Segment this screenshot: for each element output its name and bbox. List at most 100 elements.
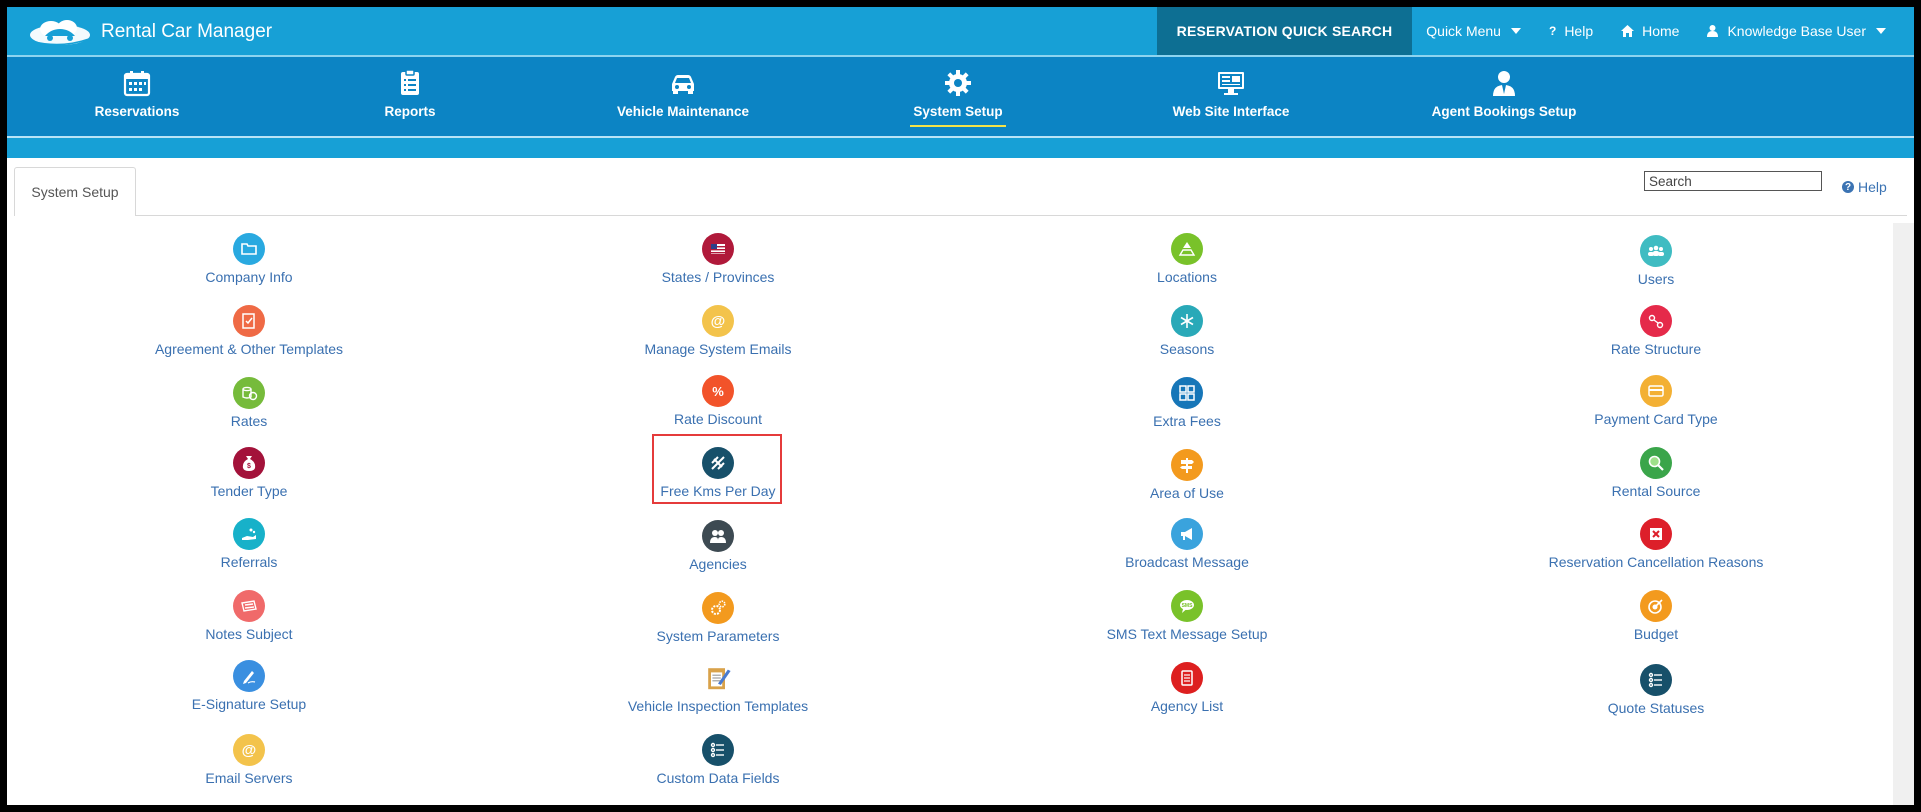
- agent-icon: [1493, 71, 1515, 96]
- cloud-car-logo-icon: [30, 20, 90, 46]
- setup-item-label: System Parameters: [656, 628, 780, 644]
- setup-item-label: Custom Data Fields: [656, 770, 780, 786]
- setup-item-sms-text-message-setup[interactable]: SMS SMS Text Message Setup: [1057, 590, 1317, 642]
- brand[interactable]: Rental Car Manager: [27, 17, 272, 47]
- nav-label: Vehicle Maintenance: [616, 104, 750, 119]
- sms-icon: SMS: [1171, 590, 1203, 622]
- setup-item-agreement-templates[interactable]: Agreement & Other Templates: [119, 305, 379, 357]
- setup-item-agencies[interactable]: Agencies: [588, 520, 848, 572]
- at-icon: @: [233, 734, 265, 766]
- gears-icon: [702, 592, 734, 624]
- setup-item-seasons[interactable]: Seasons: [1057, 305, 1317, 357]
- setup-item-label: Area of Use: [1150, 485, 1224, 501]
- structure-icon: [1640, 305, 1672, 337]
- setup-item-rental-source[interactable]: Rental Source: [1526, 447, 1786, 499]
- reservation-quick-search-button[interactable]: RESERVATION QUICK SEARCH: [1156, 7, 1413, 55]
- setup-item-system-parameters[interactable]: System Parameters: [588, 592, 848, 644]
- setup-item-referrals[interactable]: Referrals: [119, 518, 379, 570]
- help-label: Help: [1858, 179, 1887, 195]
- nav-agent-bookings-setup[interactable]: Agent Bookings Setup: [1404, 57, 1604, 136]
- caret-down-icon: [1876, 28, 1886, 34]
- setup-item-area-of-use[interactable]: Area of Use: [1057, 449, 1317, 501]
- setup-item-locations[interactable]: Locations: [1057, 233, 1317, 285]
- top-right-menu: RESERVATION QUICK SEARCH Quick Menu ? He…: [1156, 7, 1914, 55]
- user-name: Knowledge Base User: [1727, 23, 1866, 39]
- setup-item-tender-type[interactable]: $ Tender Type: [119, 447, 379, 499]
- target-icon: [1640, 590, 1672, 622]
- snowflake-icon: [1171, 305, 1203, 337]
- car-icon: [672, 75, 694, 94]
- setup-item-label: Email Servers: [205, 770, 293, 786]
- nav-system-setup[interactable]: System Setup: [858, 57, 1058, 136]
- setup-item-broadcast-message[interactable]: Broadcast Message: [1057, 518, 1317, 570]
- setup-item-label: Users: [1637, 271, 1675, 287]
- setup-item-rates[interactable]: Rates: [119, 377, 379, 429]
- tab-divider: [14, 215, 1907, 216]
- setup-item-label: Notes Subject: [205, 626, 293, 642]
- users-icon: [1640, 235, 1672, 267]
- setup-item-label: Extra Fees: [1153, 413, 1221, 429]
- setup-item-users[interactable]: Users: [1526, 235, 1786, 287]
- user-menu[interactable]: Knowledge Base User: [1693, 7, 1914, 55]
- svg-text:@: @: [711, 313, 726, 330]
- coins-icon: [233, 377, 265, 409]
- setup-item-agency-list[interactable]: Agency List: [1057, 662, 1317, 714]
- at-icon: @: [702, 305, 734, 337]
- home-label: Home: [1642, 23, 1680, 39]
- home-link[interactable]: Home: [1607, 7, 1693, 55]
- setup-item-e-signature-setup[interactable]: E-Signature Setup: [119, 660, 379, 712]
- setup-item-payment-card-type[interactable]: Payment Card Type: [1526, 375, 1786, 427]
- setup-item-label: Manage System Emails: [644, 341, 792, 357]
- quick-menu-link[interactable]: Quick Menu: [1412, 7, 1535, 55]
- setup-item-label: Rate Discount: [674, 411, 762, 427]
- active-underline: [910, 125, 1006, 127]
- calendar-icon: [123, 71, 151, 97]
- help-link[interactable]: ? Help: [1842, 179, 1887, 195]
- setup-item-company-info[interactable]: Company Info: [119, 233, 379, 285]
- setup-item-states-provinces[interactable]: States / Provinces: [588, 233, 848, 285]
- setup-item-extra-fees[interactable]: Extra Fees: [1057, 377, 1317, 429]
- svg-text:$: $: [247, 463, 251, 470]
- nav-label: Reports: [384, 104, 436, 119]
- nav-reports[interactable]: Reports: [310, 57, 510, 136]
- setup-item-label: Budget: [1633, 626, 1679, 642]
- search-input[interactable]: [1644, 171, 1822, 191]
- setup-item-label: Rental Source: [1611, 483, 1701, 499]
- help-top-link[interactable]: ? Help: [1535, 7, 1607, 55]
- scrollbar[interactable]: [1893, 223, 1914, 805]
- nav-label: System Setup: [913, 104, 1003, 119]
- document-icon: [1171, 662, 1203, 694]
- setup-item-reservation-cancellation-reasons[interactable]: Reservation Cancellation Reasons: [1526, 518, 1786, 570]
- setup-item-email-servers[interactable]: @ Email Servers: [119, 734, 379, 786]
- setup-item-notes-subject[interactable]: Notes Subject: [119, 590, 379, 642]
- nav-reservations[interactable]: Reservations: [37, 57, 237, 136]
- nav-web-site-interface[interactable]: Web Site Interface: [1131, 57, 1331, 136]
- percent-icon: %: [702, 375, 734, 407]
- setup-item-rate-structure[interactable]: Rate Structure: [1526, 305, 1786, 357]
- template-icon: [233, 305, 265, 337]
- signpost-icon: [1171, 449, 1203, 481]
- app-window: Rental Car Manager RESERVATION QUICK SEA…: [7, 7, 1914, 805]
- pen-icon: [233, 660, 265, 692]
- user-icon: [1707, 25, 1719, 37]
- setup-item-custom-data-fields[interactable]: Custom Data Fields: [588, 734, 848, 786]
- setup-item-budget[interactable]: Budget: [1526, 590, 1786, 642]
- nav-label: Web Site Interface: [1172, 104, 1290, 119]
- header-strip: [7, 138, 1914, 158]
- nav-label: Reservations: [94, 104, 180, 119]
- list-icon: [702, 734, 734, 766]
- caret-down-icon: [1510, 28, 1521, 34]
- quick-menu-label: Quick Menu: [1426, 23, 1501, 39]
- nav-vehicle-maintenance[interactable]: Vehicle Maintenance: [583, 57, 783, 136]
- monitor-icon: [1218, 72, 1244, 95]
- setup-item-quote-statuses[interactable]: Quote Statuses: [1526, 664, 1786, 716]
- setup-item-label: Locations: [1157, 269, 1217, 285]
- setup-item-label: E-Signature Setup: [191, 696, 307, 712]
- setup-item-rate-discount[interactable]: % Rate Discount: [588, 375, 848, 427]
- agencies-icon: [702, 520, 734, 552]
- setup-item-vehicle-inspection-templates[interactable]: Vehicle Inspection Templates: [588, 662, 848, 714]
- setup-item-manage-system-emails[interactable]: @ Manage System Emails: [588, 305, 848, 357]
- tab-system-setup[interactable]: System Setup: [14, 167, 136, 216]
- list-icon: [1640, 664, 1672, 696]
- setup-item-label: Company Info: [205, 269, 293, 285]
